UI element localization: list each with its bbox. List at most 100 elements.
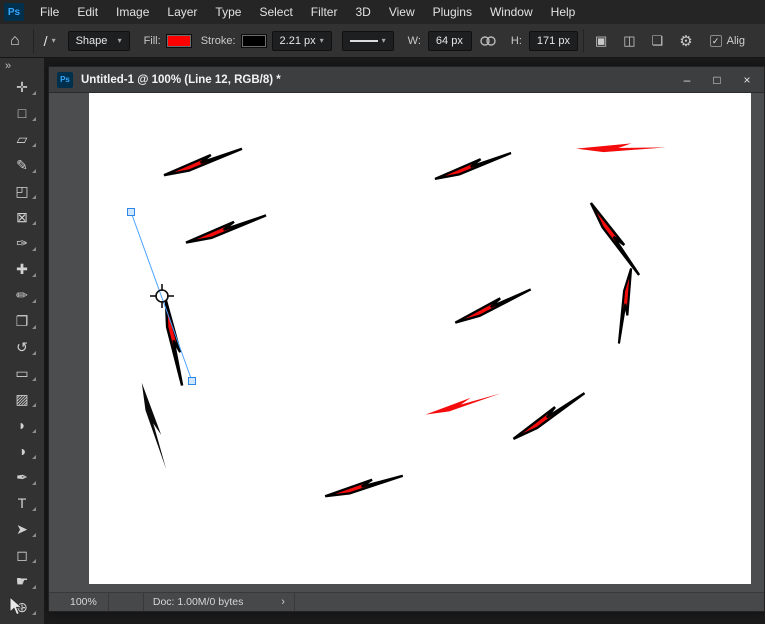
- clone-stamp-tool-icon: ❐: [15, 313, 29, 329]
- dodge-tool-icon: ◑: [17, 443, 27, 459]
- history-brush-tool[interactable]: ↺: [0, 334, 44, 360]
- rectangle-tool[interactable]: ◻: [0, 542, 44, 568]
- chevron-down-icon: ▾: [117, 36, 122, 45]
- shape-settings-gear-icon[interactable]: ⚙: [671, 32, 700, 50]
- close-button[interactable]: ×: [732, 67, 762, 93]
- stroke-style-select[interactable]: ▾: [341, 30, 394, 51]
- tool-mode-select[interactable]: Shape ▾: [67, 30, 130, 51]
- width-input[interactable]: 64 px: [427, 30, 472, 51]
- photoshop-app: Ps File Edit Image Layer Type Select Filter 3D V…: [0, 0, 765, 624]
- clone-stamp-tool[interactable]: ❐: [0, 308, 44, 334]
- type-tool[interactable]: T: [0, 490, 44, 516]
- separator: [582, 28, 584, 53]
- rectangular-marquee-tool-icon: □: [17, 105, 27, 121]
- home-icon[interactable]: ⌂: [0, 32, 30, 50]
- eyedropper-tool-icon: ✑: [16, 235, 28, 251]
- fill-color-swatch[interactable]: [165, 33, 192, 48]
- chevron-down-icon: ▾: [51, 36, 56, 45]
- menu-help[interactable]: Help: [542, 0, 585, 24]
- window-controls: – □ ×: [672, 67, 762, 93]
- options-bar: ⌂ / ▾ Shape ▾ Fill: Stroke: 2.21 px ▾ ▾ …: [0, 24, 765, 58]
- line-tool-preset-button[interactable]: / ▾: [37, 33, 63, 49]
- align-edges-checkbox[interactable]: ✓ Alig: [709, 34, 745, 47]
- doc-size-info[interactable]: Doc: 1.00M/0 bytes ›: [142, 593, 295, 611]
- pen-tool-icon: ✒: [16, 469, 28, 485]
- stroke-color-swatch[interactable]: [240, 33, 267, 48]
- eraser-tool[interactable]: ▭: [0, 360, 44, 386]
- spot-healing-brush-tool[interactable]: ✚: [0, 256, 44, 282]
- spot-healing-brush-tool-icon: ✚: [16, 261, 28, 277]
- link-dimensions-icon[interactable]: [479, 35, 497, 47]
- polygonal-lasso-tool[interactable]: ▱: [0, 126, 44, 152]
- quick-selection-tool-icon: ✎: [16, 157, 28, 173]
- eyedropper-tool[interactable]: ✑: [0, 230, 44, 256]
- move-tool-icon: ✛: [16, 79, 28, 95]
- pen-tool[interactable]: ✒: [0, 464, 44, 490]
- type-tool-icon: T: [17, 495, 27, 511]
- menu-filter[interactable]: Filter: [302, 0, 347, 24]
- document-title-bar[interactable]: Ps Untitled-1 @ 100% (Line 12, RGB/8) * …: [49, 67, 764, 93]
- menu-window[interactable]: Window: [481, 0, 542, 24]
- frame-tool-icon: ⊠: [16, 209, 28, 225]
- menu-file[interactable]: File: [31, 0, 68, 24]
- stroke-label: Stroke:: [200, 34, 236, 47]
- frame-tool[interactable]: ⊠: [0, 204, 44, 230]
- history-brush-tool-icon: ↺: [16, 339, 28, 355]
- brush-tool-icon: ✏: [16, 287, 28, 303]
- rectangle-tool-icon: ◻: [16, 547, 28, 563]
- checkbox-check-icon: ✓: [709, 34, 722, 47]
- rectangular-marquee-tool[interactable]: □: [0, 100, 44, 126]
- stroke-width-value: 2.21 px: [279, 34, 316, 47]
- menu-select[interactable]: Select: [250, 0, 301, 24]
- blur-tool-icon: ◗: [17, 417, 27, 433]
- fill-label: Fill:: [143, 34, 161, 47]
- quick-selection-tool[interactable]: ✎: [0, 152, 44, 178]
- zoom-level-field[interactable]: 100%: [59, 593, 109, 611]
- height-value: 171 px: [536, 34, 570, 47]
- tool-mode-value: Shape: [75, 34, 108, 47]
- height-input[interactable]: 171 px: [528, 30, 578, 51]
- zoom-level-value: 100%: [70, 596, 97, 608]
- document-ps-badge-icon: Ps: [57, 71, 73, 88]
- chevron-down-icon: ▾: [381, 36, 386, 45]
- path-operations-icon[interactable]: ▣: [587, 33, 615, 49]
- move-tool[interactable]: ✛: [0, 74, 44, 100]
- stroke-width-select[interactable]: 2.21 px ▾: [271, 30, 332, 51]
- line-tool-icon: /: [43, 32, 48, 49]
- menu-type[interactable]: Type: [206, 0, 250, 24]
- document-title: Untitled-1 @ 100% (Line 12, RGB/8) *: [81, 73, 281, 86]
- pasteboard[interactable]: [49, 93, 764, 592]
- path-alignment-icon[interactable]: ◫: [615, 33, 643, 49]
- menu-edit[interactable]: Edit: [68, 0, 107, 24]
- menu-image[interactable]: Image: [107, 0, 158, 24]
- crop-tool[interactable]: ◰: [0, 178, 44, 204]
- menu-items: File Edit Image Layer Type Select Filter 3D View…: [31, 0, 584, 24]
- gradient-tool-icon: ▨: [15, 391, 29, 407]
- menu-view[interactable]: View: [380, 0, 424, 24]
- menu-3d[interactable]: 3D: [346, 0, 379, 24]
- crop-tool-icon: ◰: [15, 183, 29, 199]
- width-label: W:: [407, 34, 421, 47]
- collapse-panel-chevron[interactable]: »: [0, 58, 44, 74]
- align-edges-label: Alig: [726, 34, 745, 47]
- hand-tool[interactable]: ☛: [0, 568, 44, 594]
- width-value: 64 px: [435, 34, 463, 47]
- doc-size-value: Doc: 1.00M/0 bytes: [152, 596, 244, 608]
- tools-panel: » ✛□▱✎◰⊠✑✚✏❐↺▭▨◗◑✒T➤◻☛⊕: [0, 58, 44, 624]
- tool-list: ✛□▱✎◰⊠✑✚✏❐↺▭▨◗◑✒T➤◻☛⊕: [0, 74, 44, 620]
- gradient-tool[interactable]: ▨: [0, 386, 44, 412]
- path-selection-tool[interactable]: ➤: [0, 516, 44, 542]
- menu-layer[interactable]: Layer: [158, 0, 206, 24]
- maximize-button[interactable]: □: [702, 67, 732, 93]
- mouse-cursor-icon: [9, 596, 23, 616]
- height-label: H:: [510, 34, 522, 47]
- dodge-tool[interactable]: ◑: [0, 438, 44, 464]
- status-expand-chevron-icon[interactable]: ›: [281, 596, 285, 608]
- minimize-button[interactable]: –: [672, 67, 702, 93]
- blur-tool[interactable]: ◗: [0, 412, 44, 438]
- canvas-page[interactable]: [89, 93, 751, 584]
- menu-plugins[interactable]: Plugins: [424, 0, 481, 24]
- separator: [32, 28, 34, 53]
- brush-tool[interactable]: ✏: [0, 282, 44, 308]
- path-arrangement-icon[interactable]: ❏: [644, 33, 672, 49]
